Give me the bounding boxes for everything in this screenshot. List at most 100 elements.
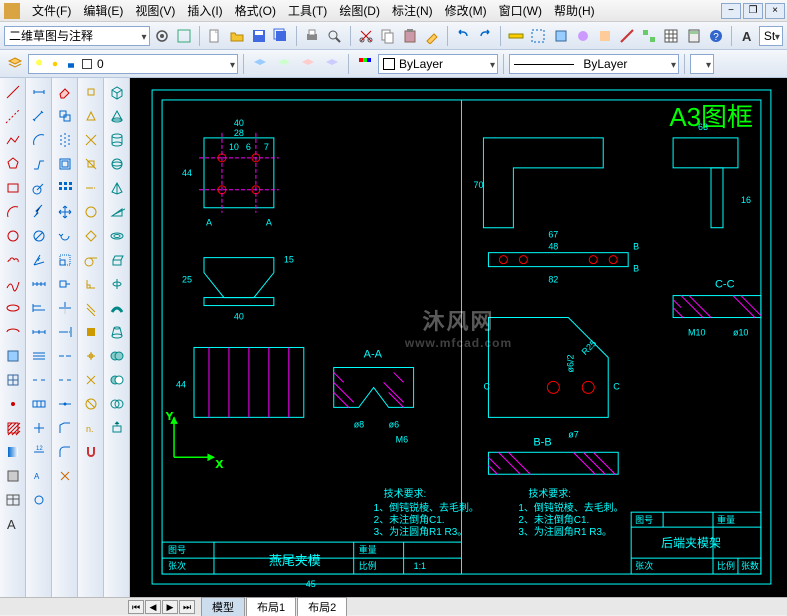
layer-mgr-icon[interactable] [4,53,26,75]
chamfer-icon[interactable] [54,417,76,439]
table-draw-icon[interactable] [2,489,24,511]
box-icon[interactable] [106,81,128,103]
open-icon[interactable] [227,25,247,47]
explode-icon[interactable] [54,465,76,487]
tool4-icon[interactable] [639,25,659,47]
layer-state-icon[interactable] [273,53,295,75]
revcloud-icon[interactable] [2,249,24,271]
circle-icon[interactable] [2,225,24,247]
tab-layout2[interactable]: 布局2 [297,597,347,616]
menu-format[interactable]: 格式(O) [229,0,282,21]
snap-non-icon[interactable] [80,393,102,415]
dim-space-icon[interactable] [28,345,50,367]
break-icon[interactable] [54,369,76,391]
arc-icon[interactable] [2,201,24,223]
polygon-icon[interactable] [2,153,24,175]
snap-ext-icon[interactable] [80,177,102,199]
offset-icon[interactable] [54,153,76,175]
snap-ins-icon[interactable] [80,321,102,343]
tab-next-button[interactable]: ▶ [162,600,178,614]
loft-icon[interactable] [106,321,128,343]
sweep-icon[interactable] [106,297,128,319]
join-icon[interactable] [54,393,76,415]
menu-modify[interactable]: 修改(M) [439,0,493,21]
new-icon[interactable] [205,25,225,47]
snap-end-icon[interactable] [80,81,102,103]
menu-dim[interactable]: 标注(N) [386,0,439,21]
cone-icon[interactable] [106,105,128,127]
hatch-icon[interactable] [2,417,24,439]
snap-par-icon[interactable] [80,297,102,319]
dim-arc-icon[interactable] [28,129,50,151]
layer-selector[interactable]: 0 [28,54,238,74]
qselect-icon[interactable] [528,25,548,47]
tab-model[interactable]: 模型 [201,597,245,616]
rotate-icon[interactable] [54,225,76,247]
ellipse-arc-icon[interactable] [2,321,24,343]
dim-break-icon[interactable] [28,369,50,391]
wedge-icon[interactable] [106,201,128,223]
menu-draw[interactable]: 绘图(D) [333,0,386,21]
redo-icon[interactable] [475,25,495,47]
snap-nea-icon[interactable] [80,369,102,391]
paste-icon[interactable] [400,25,420,47]
minimize-button[interactable]: − [721,3,741,19]
menu-file[interactable]: 文件(F) [26,0,77,21]
scale-icon[interactable] [54,249,76,271]
tool2-icon[interactable] [595,25,615,47]
rect-icon[interactable] [2,177,24,199]
tool1-icon[interactable] [573,25,593,47]
dim-update-icon[interactable] [28,489,50,511]
style-selector[interactable]: St [759,26,783,46]
tab-prev-button[interactable]: ◀ [145,600,161,614]
layer-tools-icon[interactable] [321,53,343,75]
dim-angular-icon[interactable] [28,249,50,271]
menu-insert[interactable]: 插入(I) [181,0,228,21]
mirror-icon[interactable] [54,129,76,151]
match-icon[interactable] [422,25,442,47]
xline-icon[interactable] [2,105,24,127]
stretch-icon[interactable] [54,273,76,295]
drawing-canvas[interactable]: A3图框 40 28 44 10 6 7 A A [130,78,787,597]
undo-icon[interactable] [453,25,473,47]
preview-icon[interactable] [324,25,344,47]
trim-icon[interactable] [54,297,76,319]
restore-button[interactable]: ❐ [743,3,763,19]
dim-linear-icon[interactable] [28,81,50,103]
measure-icon[interactable] [506,25,526,47]
menu-view[interactable]: 视图(V) [129,0,181,21]
table-icon[interactable] [661,25,681,47]
snap-set-icon[interactable]: n. [80,417,102,439]
snap-mid-icon[interactable] [80,105,102,127]
extend-icon[interactable] [54,321,76,343]
cut-icon[interactable] [355,25,375,47]
magnet-icon[interactable] [80,441,102,463]
snap-per-icon[interactable] [80,273,102,295]
workspace-icon[interactable] [174,25,194,47]
erase-icon[interactable] [54,81,76,103]
block-icon[interactable] [551,25,571,47]
centermark-icon[interactable] [28,417,50,439]
subtract-icon[interactable] [106,369,128,391]
tab-last-button[interactable]: ⏭ [179,600,195,614]
intersect-icon[interactable] [106,393,128,415]
dim-jogged-icon[interactable] [28,201,50,223]
tab-first-button[interactable]: ⏮ [128,600,144,614]
workspace-selector[interactable]: 二维草图与注释 [4,26,150,46]
snap-tan-icon[interactable] [80,249,102,271]
presspull-icon[interactable] [106,417,128,439]
calc-icon[interactable] [683,25,703,47]
ellipse-icon[interactable] [2,297,24,319]
layer-iso-icon[interactable] [297,53,319,75]
copy-icon[interactable] [378,25,398,47]
sphere-icon[interactable] [106,153,128,175]
gear-icon[interactable] [152,25,172,47]
snap-appint-icon[interactable] [80,153,102,175]
array-icon[interactable] [54,177,76,199]
gradient-icon[interactable] [2,441,24,463]
tolerance-icon[interactable] [28,393,50,415]
fillet-icon[interactable] [54,441,76,463]
cylinder-icon[interactable] [106,129,128,151]
spline-icon[interactable] [2,273,24,295]
menu-help[interactable]: 帮助(H) [548,0,601,21]
